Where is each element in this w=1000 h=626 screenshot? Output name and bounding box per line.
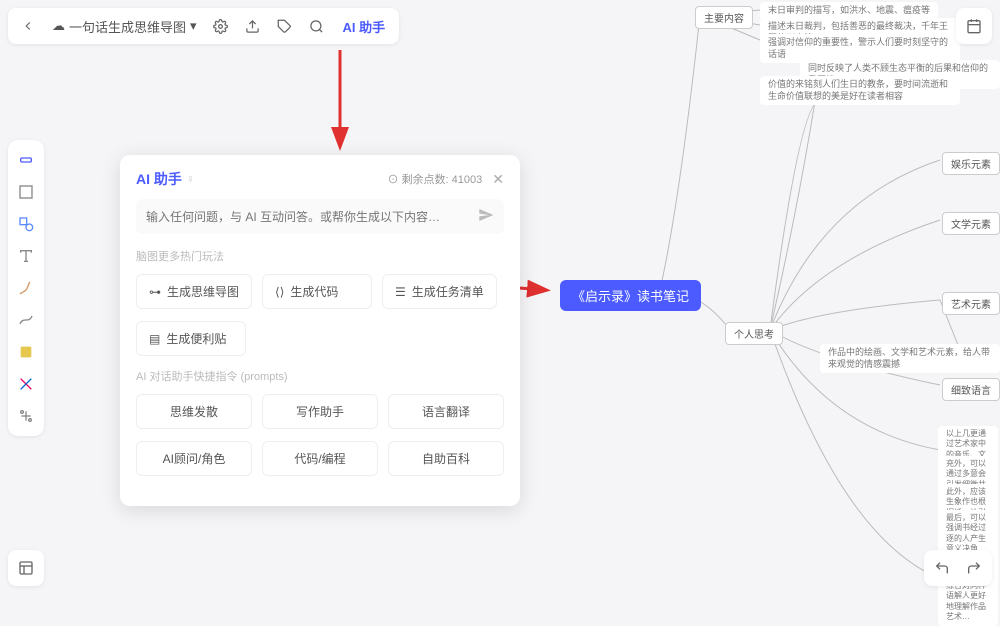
tool-more[interactable] [12, 402, 40, 430]
remaining-points: ⊙ 剩余点数: 41003 [388, 171, 483, 187]
tool-cross[interactable] [12, 370, 40, 398]
section-label: AI 对话助手快捷指令 (prompts) [136, 368, 504, 384]
cloud-icon: ☁ [52, 18, 65, 34]
node-text: 价值的来铭刻人们生日的教条，要时间流逝和生命价值联想的美是好在读者相容 [760, 76, 960, 105]
undo-redo-group [924, 550, 992, 586]
ai-panel-title: AI 助手♀ [136, 169, 195, 189]
prompt-chip[interactable]: 思维发散 [136, 394, 252, 429]
tool-text[interactable] [12, 242, 40, 270]
quick-action-sticky[interactable]: ▤生成便利贴 [136, 321, 246, 356]
tool-connector[interactable] [12, 306, 40, 334]
mindmap-icon: ⊶ [149, 285, 161, 299]
node-text: 作品中的绘画、文学和艺术元素，给人带来观觉的情感震撼 [820, 344, 1000, 373]
topbar: ☁ 一句话生成思维导图 ▾ AI 助手 [8, 8, 399, 44]
chevron-down-icon: ▾ [190, 18, 197, 34]
tool-pen[interactable] [12, 274, 40, 302]
node-sub[interactable]: 娱乐元素 [942, 152, 1000, 175]
redo-button[interactable] [960, 554, 988, 582]
node-sub[interactable]: 艺术元素 [942, 292, 1000, 315]
close-icon[interactable]: ✕ [492, 171, 504, 188]
tag-icon[interactable] [271, 12, 299, 40]
toolbar-sidebar [8, 140, 44, 436]
doc-title-text: 一句话生成思维导图 [69, 17, 186, 36]
ai-prompt-input[interactable] [146, 210, 478, 224]
quick-action-code[interactable]: ⟨⟩生成代码 [262, 274, 372, 309]
quick-action-tasklist[interactable]: ☰生成任务清单 [382, 274, 497, 309]
outline-button[interactable] [8, 550, 44, 586]
prompt-chip[interactable]: 代码/编程 [262, 441, 378, 476]
mindmap-center-node[interactable]: 《启示录》读书笔记 [560, 280, 701, 311]
ai-assistant-button[interactable]: AI 助手 [335, 17, 394, 36]
node-main-content[interactable]: 主要内容 [695, 6, 753, 29]
send-icon[interactable] [478, 207, 494, 226]
node-sub[interactable]: 细致语言 [942, 378, 1000, 401]
section-label: 脑图更多热门玩法 [136, 248, 504, 264]
node-text: 强调对信仰的重要性，警示人们要时刻坚守的话语 [760, 34, 960, 63]
quick-action-mindmap[interactable]: ⊶生成思维导图 [136, 274, 252, 309]
tool-shape[interactable] [12, 210, 40, 238]
ai-assistant-panel: AI 助手♀ ⊙ 剩余点数: 41003 ✕ 脑图更多热门玩法 ⊶生成思维导图 … [120, 155, 520, 506]
undo-button[interactable] [928, 554, 956, 582]
prompt-chip[interactable]: 自助百科 [388, 441, 504, 476]
tool-topic[interactable] [12, 146, 40, 174]
prompt-chip[interactable]: 语言翻译 [388, 394, 504, 429]
note-icon: ▤ [149, 332, 160, 346]
gear-icon[interactable] [207, 12, 235, 40]
code-icon: ⟨⟩ [275, 285, 284, 299]
list-icon: ☰ [395, 285, 406, 299]
prompt-chip[interactable]: 写作助手 [262, 394, 378, 429]
node-sub[interactable]: 文学元素 [942, 212, 1000, 235]
doc-title[interactable]: ☁ 一句话生成思维导图 ▾ [46, 17, 203, 36]
tool-sticky[interactable] [12, 338, 40, 366]
export-icon[interactable] [239, 12, 267, 40]
prompt-chip[interactable]: AI顾问/角色 [136, 441, 252, 476]
search-icon[interactable] [303, 12, 331, 40]
calendar-button[interactable] [956, 8, 992, 44]
back-button[interactable] [14, 12, 42, 40]
node-personal-thought[interactable]: 个人思考 [725, 322, 783, 345]
tool-frame[interactable] [12, 178, 40, 206]
